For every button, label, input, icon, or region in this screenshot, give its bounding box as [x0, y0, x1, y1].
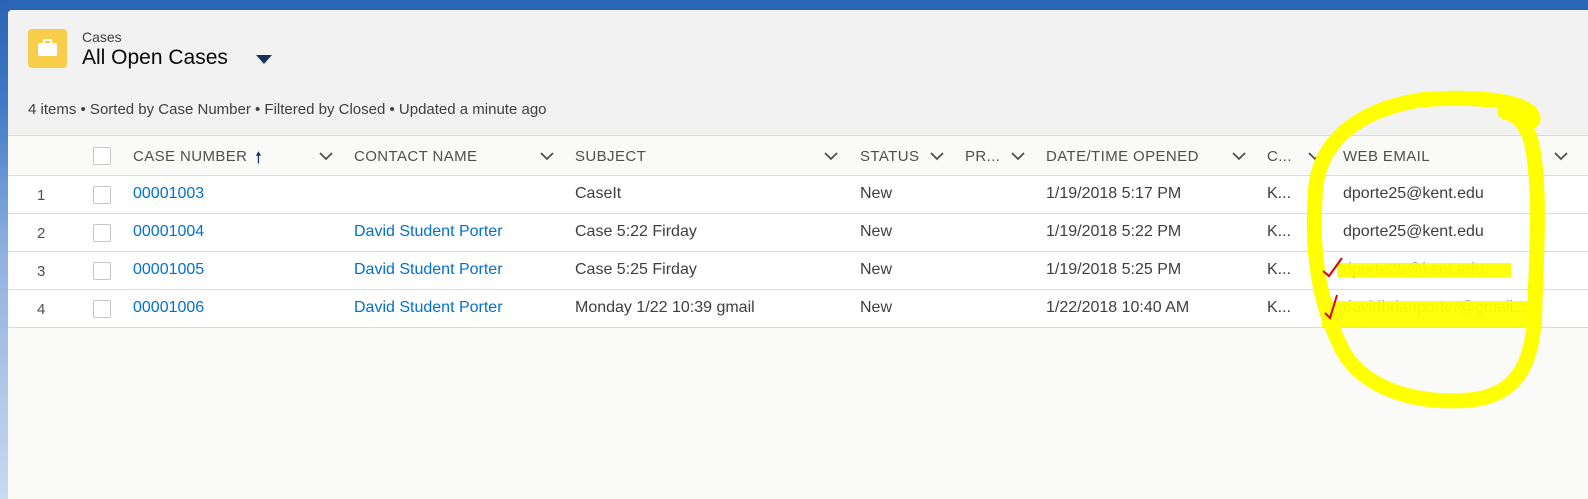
contact-name-link[interactable]: David Student Porter: [354, 299, 503, 317]
date-opened-cell: 1/19/2018 5:17 PM: [1046, 185, 1182, 202]
contact-name-link[interactable]: David Student Porter: [354, 261, 503, 279]
column-header-subject[interactable]: SUBJECT: [575, 148, 646, 165]
date-opened-cell: 1/19/2018 5:22 PM: [1046, 223, 1182, 240]
case-number-link[interactable]: 00001004: [133, 223, 204, 241]
row-number: 1: [37, 187, 46, 204]
column-header-c[interactable]: C...: [1267, 148, 1292, 165]
subject-cell: Monday 1/22 10:39 gmail: [575, 299, 755, 316]
chevron-down-icon[interactable]: [319, 149, 333, 163]
list-view-switcher-caret-icon[interactable]: [256, 55, 272, 64]
status-cell: New: [860, 185, 893, 202]
table-row[interactable]: 4 00001006 David Student Porter Monday 1…: [8, 290, 1588, 328]
case-number-link[interactable]: 00001003: [133, 185, 204, 203]
chevron-down-icon[interactable]: [1232, 149, 1246, 163]
c-cell: K...: [1267, 185, 1292, 202]
list-view-panel: Cases All Open Cases 4 items • Sorted by…: [8, 10, 1588, 499]
row-checkbox[interactable]: [93, 186, 111, 204]
row-number: 3: [37, 263, 46, 280]
chevron-down-icon[interactable]: [1011, 149, 1025, 163]
case-number-link[interactable]: 00001006: [133, 299, 204, 317]
status-cell: New: [860, 261, 893, 278]
app-background-left: [0, 0, 8, 499]
chevron-down-icon[interactable]: [540, 149, 554, 163]
row-checkbox[interactable]: [93, 262, 111, 280]
c-cell: K...: [1267, 261, 1292, 278]
subject-cell: Case 5:22 Firday: [575, 223, 697, 240]
column-header-web-email[interactable]: WEB EMAIL: [1343, 148, 1430, 165]
web-email-cell: davidbrianporter@gmail....: [1343, 299, 1531, 316]
chevron-down-icon[interactable]: [1308, 149, 1322, 163]
subject-cell: CaseIt: [575, 185, 622, 202]
row-checkbox[interactable]: [93, 224, 111, 242]
row-number: 4: [37, 301, 46, 318]
case-number-link[interactable]: 00001005: [133, 261, 204, 279]
sort-ascending-icon: 🠕: [255, 150, 262, 167]
web-email-cell: dporte25@kent.edu: [1343, 223, 1484, 240]
column-header-case-number[interactable]: CASE NUMBER: [133, 148, 247, 165]
column-header-date-opened[interactable]: DATE/TIME OPENED: [1046, 148, 1199, 165]
list-view-meta: 4 items • Sorted by Case Number • Filter…: [28, 101, 547, 118]
row-checkbox[interactable]: [93, 300, 111, 318]
table-header: CASE NUMBER 🠕 CONTACT NAME SUBJECT STATU…: [8, 135, 1588, 176]
date-opened-cell: 1/19/2018 5:25 PM: [1046, 261, 1182, 278]
row-number: 2: [37, 225, 46, 242]
web-email-cell: dporte25@kent.edu: [1343, 261, 1484, 278]
table-row[interactable]: 2 00001004 David Student Porter Case 5:2…: [8, 214, 1588, 252]
app-background-top: [0, 0, 1588, 10]
case-object-icon: [28, 29, 67, 68]
column-header-priority[interactable]: PR...: [965, 148, 1000, 165]
web-email-cell: dporte25@kent.edu: [1343, 185, 1484, 202]
select-all-checkbox[interactable]: [93, 147, 111, 165]
column-header-status[interactable]: STATUS: [860, 148, 919, 165]
status-cell: New: [860, 223, 893, 240]
status-cell: New: [860, 299, 893, 316]
list-view-header: Cases All Open Cases 4 items • Sorted by…: [8, 10, 1588, 135]
c-cell: K...: [1267, 223, 1292, 240]
contact-name-link[interactable]: David Student Porter: [354, 223, 503, 241]
chevron-down-icon[interactable]: [1554, 149, 1568, 163]
date-opened-cell: 1/22/2018 10:40 AM: [1046, 299, 1190, 316]
list-view-title[interactable]: All Open Cases: [82, 46, 228, 70]
chevron-down-icon[interactable]: [824, 149, 838, 163]
object-label: Cases: [82, 29, 122, 45]
c-cell: K...: [1267, 299, 1292, 316]
subject-cell: Case 5:25 Firday: [575, 261, 697, 278]
column-header-contact-name[interactable]: CONTACT NAME: [354, 148, 477, 165]
table-row[interactable]: 3 00001005 David Student Porter Case 5:2…: [8, 252, 1588, 290]
table-row[interactable]: 1 00001003 CaseIt New 1/19/2018 5:17 PM …: [8, 176, 1588, 214]
chevron-down-icon[interactable]: [930, 149, 944, 163]
